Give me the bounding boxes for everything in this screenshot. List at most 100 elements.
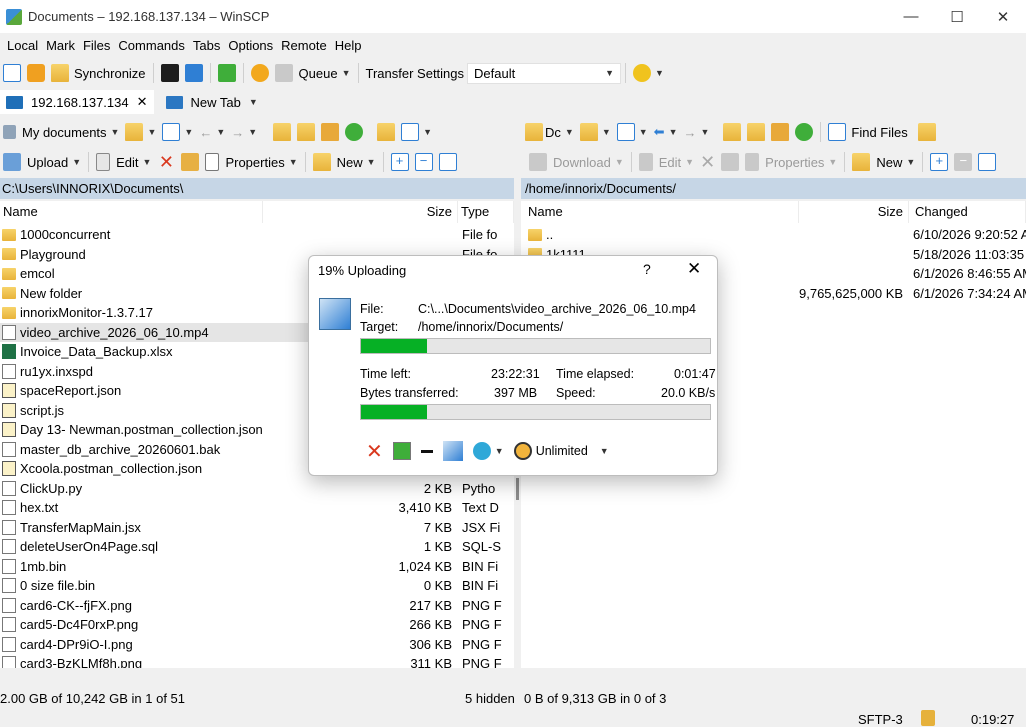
transfer-options-button[interactable]: ▼ [630, 61, 667, 85]
table-row[interactable]: 1mb.bin 1,024 KB BIN Fi [0, 557, 514, 577]
help-button[interactable]: ? [643, 261, 651, 277]
refresh-icon [345, 123, 364, 141]
download-button[interactable]: Download ▼ [526, 150, 627, 174]
column-name[interactable]: Name [0, 201, 263, 223]
left-unselect-button[interactable]: − [412, 150, 436, 174]
left-scrollbar-thumb[interactable] [516, 478, 519, 500]
column-name[interactable]: Name [521, 201, 799, 223]
left-delete-button[interactable]: ✕ [154, 150, 178, 174]
right-open-folder-button[interactable]: ▼ [577, 120, 614, 144]
synchronize-button[interactable]: Synchronize [48, 61, 149, 85]
transfer-settings-select[interactable]: Default ▼ [467, 62, 622, 84]
rename-icon [181, 153, 200, 171]
right-unselect-button[interactable]: − [951, 150, 975, 174]
preferences-button[interactable] [248, 61, 272, 85]
menu-local[interactable]: Local [3, 38, 42, 53]
table-row[interactable]: deleteUserOn4Page.sql 1 KB SQL-S [0, 537, 514, 557]
left-root-dir-button[interactable] [294, 120, 318, 144]
tab-session[interactable]: 192.168.137.134 ✕ [0, 90, 154, 114]
left-refresh-button[interactable] [342, 120, 366, 144]
left-filter-select-button[interactable] [436, 150, 460, 174]
left-edit-button[interactable]: Edit ▼ [93, 150, 154, 174]
left-open-folder-button[interactable]: ▼ [122, 120, 159, 144]
right-refresh-button[interactable] [792, 120, 816, 144]
right-filter-button[interactable]: ▼ [614, 120, 651, 144]
putty-button[interactable] [182, 61, 206, 85]
file-icon [2, 441, 16, 457]
right-parent-dir-button[interactable] [720, 120, 744, 144]
menu-mark[interactable]: Mark [42, 38, 79, 53]
right-back-button[interactable]: ⬅ ▼ [651, 120, 681, 144]
column-size[interactable]: Size [799, 201, 909, 223]
right-delete-button[interactable]: ✕ [697, 150, 718, 174]
cancel-transfer-icon[interactable]: ✕ [366, 439, 383, 464]
right-rename-button[interactable] [718, 150, 742, 174]
left-forward-button[interactable]: → ▼ [228, 120, 260, 144]
left-location-dropdown[interactable]: My documents ▼ [0, 120, 122, 144]
right-new-button[interactable]: New ▼ [849, 150, 918, 174]
right-path-bar[interactable]: /home/innorix/Documents/ [521, 178, 1026, 199]
minimize-dialog-icon[interactable] [420, 449, 433, 453]
menu-options[interactable]: Options [224, 38, 277, 53]
transfer-queue-icon[interactable] [442, 441, 463, 461]
table-row[interactable]: 0 size file.bin 0 KB BIN Fi [0, 576, 514, 596]
minimize-button[interactable]: — [888, 0, 934, 33]
upload-button[interactable]: Upload ▼ [0, 150, 84, 174]
left-parent-dir-button[interactable] [270, 120, 294, 144]
left-back-button[interactable]: ← ▼ [196, 120, 228, 144]
table-row[interactable]: card6-CK--fjFX.png 217 KB PNG F [0, 596, 514, 616]
queue-button[interactable]: Queue ▼ [272, 61, 354, 85]
folder-icon [525, 123, 543, 141]
right-edit-button[interactable]: Edit ▼ [636, 150, 697, 174]
sync-browse-button[interactable] [24, 61, 48, 85]
close-window-button[interactable]: ✕ [980, 0, 1026, 33]
right-filter-select-button[interactable] [975, 150, 999, 174]
menu-remote[interactable]: Remote [277, 38, 331, 53]
right-location-dropdown[interactable]: Dc ▼ [522, 120, 577, 144]
right-home-button[interactable] [768, 120, 792, 144]
table-row[interactable]: hex.txt 3,410 KB Text D [0, 498, 514, 518]
open-terminal-button[interactable] [158, 61, 182, 85]
left-filter-button[interactable]: ▼ [159, 120, 196, 144]
table-row[interactable]: ClickUp.py 2 KB Pytho [0, 479, 514, 499]
table-row[interactable]: 1000concurrent File fo [0, 225, 514, 245]
hidden-count[interactable]: 5 hidden [465, 691, 515, 706]
move-to-background-icon[interactable] [392, 442, 411, 460]
left-select-button[interactable]: + [388, 150, 412, 174]
left-path-bar[interactable]: C:\Users\INNORIX\Documents\ [0, 178, 514, 199]
maximize-button[interactable]: ☐ [934, 0, 980, 33]
column-changed[interactable]: Changed [909, 201, 1026, 223]
column-size[interactable]: Size [263, 201, 458, 223]
dialog-close-button[interactable]: ✕ [687, 259, 701, 279]
file-name-cell: .. [521, 227, 799, 242]
left-view-button[interactable]: ▼ [398, 120, 435, 144]
left-home-button[interactable] [318, 120, 342, 144]
table-row[interactable]: card4-DPr9iO-I.png 306 KB PNG F [0, 635, 514, 655]
menu-commands[interactable]: Commands [114, 38, 188, 53]
right-bookmarks-button[interactable] [915, 120, 939, 144]
right-select-button[interactable]: + [927, 150, 951, 174]
table-row[interactable]: card5-Dc4F0rxP.png 266 KB PNG F [0, 615, 514, 635]
menu-help[interactable]: Help [331, 38, 366, 53]
find-files-button[interactable]: Find Files [825, 120, 910, 144]
table-row[interactable]: card3-BzKLMf8h.png 311 KB PNG F [0, 654, 514, 668]
table-row[interactable]: .. 6/10/2026 9:20:52 AM [521, 225, 1026, 245]
menu-tabs[interactable]: Tabs [189, 38, 224, 53]
right-root-dir-button[interactable] [744, 120, 768, 144]
file-name-cell: emcol [0, 266, 263, 281]
table-row[interactable]: TransferMapMain.jsx 7 KB JSX Fi [0, 518, 514, 538]
right-forward-button[interactable]: → ▼ [680, 120, 712, 144]
left-rename-button[interactable] [178, 150, 202, 174]
close-tab-icon[interactable]: ✕ [137, 94, 148, 110]
refresh-queue-button[interactable] [215, 61, 239, 85]
on-completion-button[interactable]: ▼ [472, 442, 504, 460]
tab-new[interactable]: New Tab ▼ [160, 90, 264, 114]
right-properties-button[interactable]: Properties ▼ [742, 150, 840, 174]
column-type[interactable]: Type [458, 201, 514, 223]
speed-limit-dropdown[interactable]: Unlimited ▼ [513, 442, 609, 460]
left-new-button[interactable]: New ▼ [310, 150, 379, 174]
compare-directories-button[interactable] [0, 61, 24, 85]
left-properties-button[interactable]: Properties ▼ [202, 150, 300, 174]
left-bookmarks-button[interactable] [374, 120, 398, 144]
menu-files[interactable]: Files [79, 38, 114, 53]
